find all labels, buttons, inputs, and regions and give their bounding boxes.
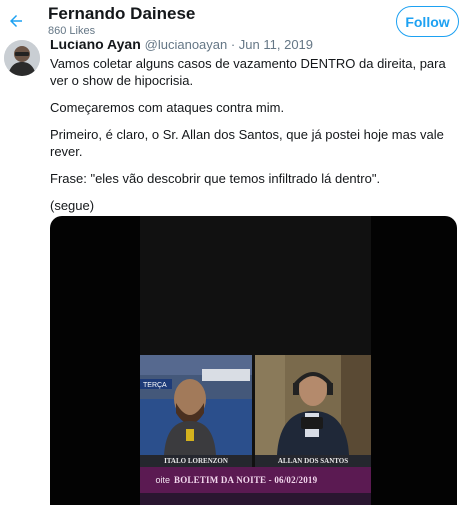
right-name-label: ALLAN DOS SANTOS <box>255 455 371 467</box>
show-title-bar: oite BOLETIM DA NOITE - 06/02/2019 <box>140 467 371 493</box>
tweet-text: Vamos coletar alguns casos de vazamento … <box>50 55 450 224</box>
tweet-video[interactable]: TERÇA ITALO LORENZON ALLAN DOS SANTOS oi… <box>50 216 457 505</box>
video-footer <box>140 493 371 505</box>
profile-name: Fernando Dainese <box>48 4 196 23</box>
show-title-text: BOLETIM DA NOITE - 06/02/2019 <box>174 475 318 485</box>
tweet-paragraph: Primeiro, é claro, o Sr. Allan dos Santo… <box>50 127 444 159</box>
tweet-paragraph: (segue) <box>50 198 95 213</box>
avatar-photo <box>4 40 40 76</box>
tweet-paragraph: Frase: "eles vão descobrir que temos inf… <box>50 171 381 186</box>
arrow-left-icon <box>10 15 22 27</box>
show-bar-left-text: oite <box>155 475 170 485</box>
profile-header: Fernando Dainese 860 Likes Follow <box>0 0 461 40</box>
tweet-paragraph: Começaremos com ataques contra mim. <box>50 100 285 115</box>
likes-count: 860 Likes <box>48 25 96 37</box>
video-right-panel: ALLAN DOS SANTOS <box>255 355 371 467</box>
video-frame: TERÇA ITALO LORENZON ALLAN DOS SANTOS oi… <box>140 216 371 505</box>
back-button[interactable] <box>5 10 27 32</box>
follow-button[interactable]: Follow <box>396 6 459 37</box>
person-right-image <box>255 355 371 455</box>
video-left-panel: TERÇA ITALO LORENZON <box>140 355 252 467</box>
person-left-image: TERÇA <box>140 355 252 455</box>
avatar[interactable] <box>4 40 40 76</box>
left-name-label: ITALO LORENZON <box>140 455 252 467</box>
left-tag: TERÇA <box>143 382 167 389</box>
tweet-paragraph: Vamos coletar alguns casos de vazamento … <box>50 56 446 88</box>
